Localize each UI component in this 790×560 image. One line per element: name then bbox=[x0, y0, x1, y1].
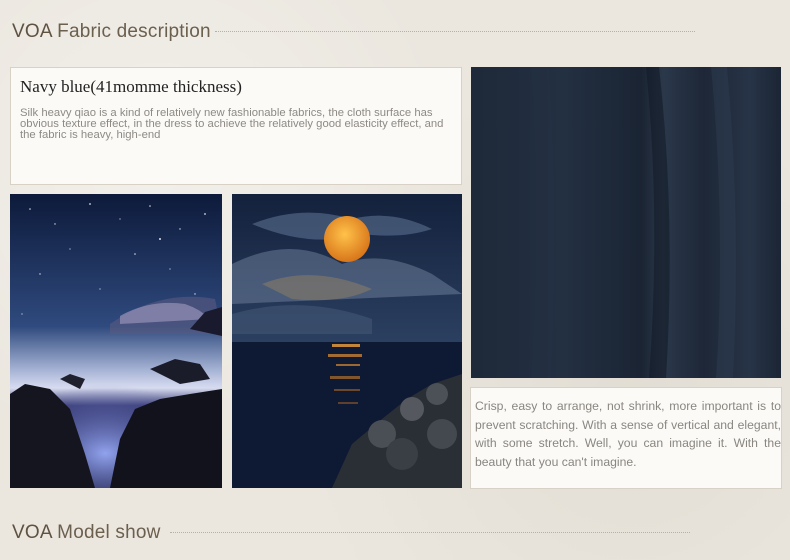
description-panel: Navy blue(41momme thickness) Silk heavy … bbox=[10, 67, 462, 185]
fabric-section-divider bbox=[215, 31, 695, 32]
model-section-title: VOA Model show bbox=[12, 522, 161, 544]
model-section-divider bbox=[170, 532, 690, 533]
fabric-section-heading: Fabric description bbox=[57, 21, 211, 42]
navy-fabric-photo bbox=[471, 67, 781, 378]
feature-panel: Crisp, easy to arrange, not shrink, more… bbox=[470, 387, 782, 489]
description-heading: Navy blue(41momme thickness) bbox=[20, 77, 242, 96]
fabric-section-brand: VOA bbox=[12, 21, 52, 42]
model-section-brand: VOA bbox=[12, 522, 52, 543]
feature-text: Crisp, easy to arrange, not shrink, more… bbox=[475, 399, 781, 469]
model-section-heading: Model show bbox=[57, 522, 161, 543]
description-body: Silk heavy qiao is a kind of relatively … bbox=[20, 107, 444, 141]
fabric-section-title: VOA Fabric description bbox=[12, 21, 211, 43]
night-sea-photo bbox=[10, 194, 222, 488]
moon-sea-photo bbox=[232, 194, 462, 488]
